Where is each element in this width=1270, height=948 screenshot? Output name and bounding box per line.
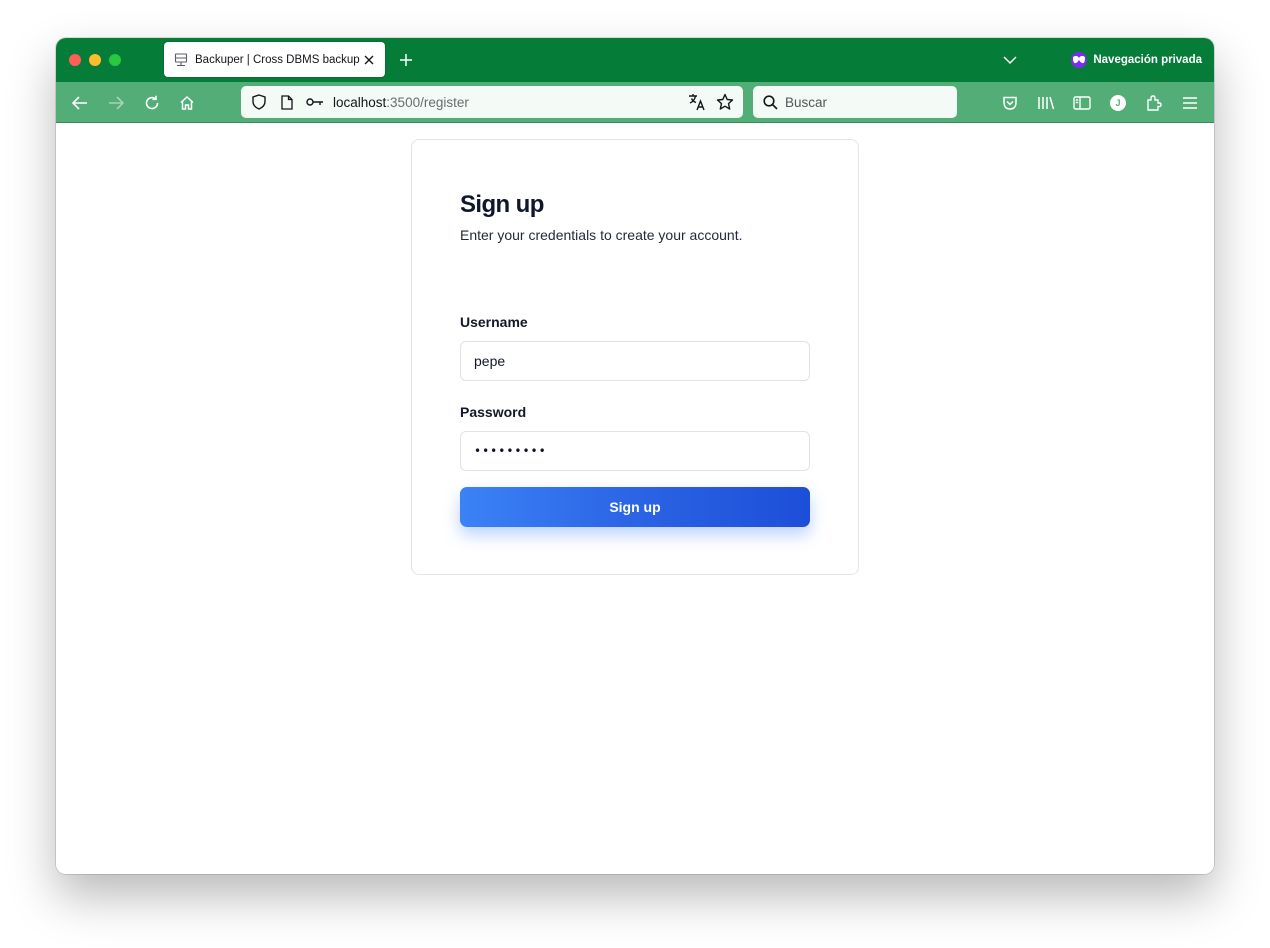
- private-browsing-indicator: Navegación privada: [1071, 51, 1202, 69]
- page-content: Sign up Enter your credentials to create…: [56, 124, 1214, 874]
- back-button[interactable]: [69, 92, 91, 114]
- page-subtitle: Enter your credentials to create your ac…: [460, 227, 743, 243]
- password-field[interactable]: [460, 431, 810, 471]
- tab-list-button[interactable]: [1000, 50, 1020, 70]
- username-input[interactable]: [474, 353, 796, 369]
- page-title: Sign up: [460, 191, 544, 218]
- signup-button[interactable]: Sign up: [460, 487, 810, 527]
- chevron-down-icon: [1003, 56, 1017, 65]
- url-bar[interactable]: localhost:3500/register: [241, 86, 743, 118]
- translate-icon[interactable]: [687, 92, 707, 112]
- menu-button[interactable]: [1179, 92, 1201, 114]
- maximize-window-button[interactable]: [109, 54, 121, 66]
- puzzle-icon: [1147, 95, 1162, 111]
- minimize-window-button[interactable]: [89, 54, 101, 66]
- arrow-left-icon: [72, 96, 87, 110]
- nav-bar: localhost:3500/register Buscar J: [56, 82, 1214, 123]
- url-path: :3500/register: [386, 94, 469, 110]
- tab-title: Backuper | Cross DBMS backup: [195, 53, 360, 66]
- signup-card: Sign up Enter your credentials to create…: [411, 139, 859, 575]
- star-icon[interactable]: [715, 92, 735, 112]
- url-host: localhost: [333, 94, 387, 110]
- password-label: Password: [460, 404, 527, 420]
- key-icon[interactable]: [305, 92, 325, 112]
- account-button[interactable]: J: [1107, 92, 1129, 114]
- close-window-button[interactable]: [69, 54, 81, 66]
- hamburger-menu-icon: [1183, 97, 1197, 109]
- avatar: J: [1110, 95, 1126, 111]
- home-icon: [180, 95, 194, 110]
- plus-icon: [400, 54, 412, 66]
- tab-active[interactable]: Backuper | Cross DBMS backup: [164, 42, 385, 77]
- username-label: Username: [460, 314, 528, 330]
- username-field[interactable]: [460, 341, 810, 381]
- browser-window: Backuper | Cross DBMS backup Navegación …: [56, 38, 1214, 874]
- library-button[interactable]: [1035, 92, 1057, 114]
- close-icon[interactable]: [361, 52, 377, 68]
- arrow-right-icon: [109, 96, 124, 110]
- home-button[interactable]: [176, 92, 198, 114]
- search-icon: [761, 93, 779, 111]
- reload-button[interactable]: [141, 92, 163, 114]
- page-icon[interactable]: [277, 92, 297, 112]
- password-input[interactable]: [474, 444, 796, 458]
- pocket-icon: [1003, 96, 1017, 110]
- private-browsing-label: Navegación privada: [1093, 54, 1202, 66]
- reload-icon: [145, 95, 159, 110]
- private-mask-icon: [1071, 52, 1088, 68]
- sidebar-button[interactable]: [1071, 92, 1093, 114]
- server-icon: [173, 52, 189, 68]
- search-bar[interactable]: [753, 86, 957, 118]
- library-icon: [1038, 96, 1055, 110]
- tab-bar: Backuper | Cross DBMS backup Navegación …: [56, 38, 1214, 82]
- forward-button[interactable]: [105, 92, 127, 114]
- url-text[interactable]: localhost:3500/register: [333, 95, 679, 110]
- new-tab-button[interactable]: [396, 50, 416, 70]
- pocket-button[interactable]: [999, 92, 1021, 114]
- search-input[interactable]: [785, 94, 935, 110]
- extensions-button[interactable]: [1143, 92, 1165, 114]
- sidebar-icon: [1073, 96, 1091, 110]
- shield-icon[interactable]: [249, 92, 269, 112]
